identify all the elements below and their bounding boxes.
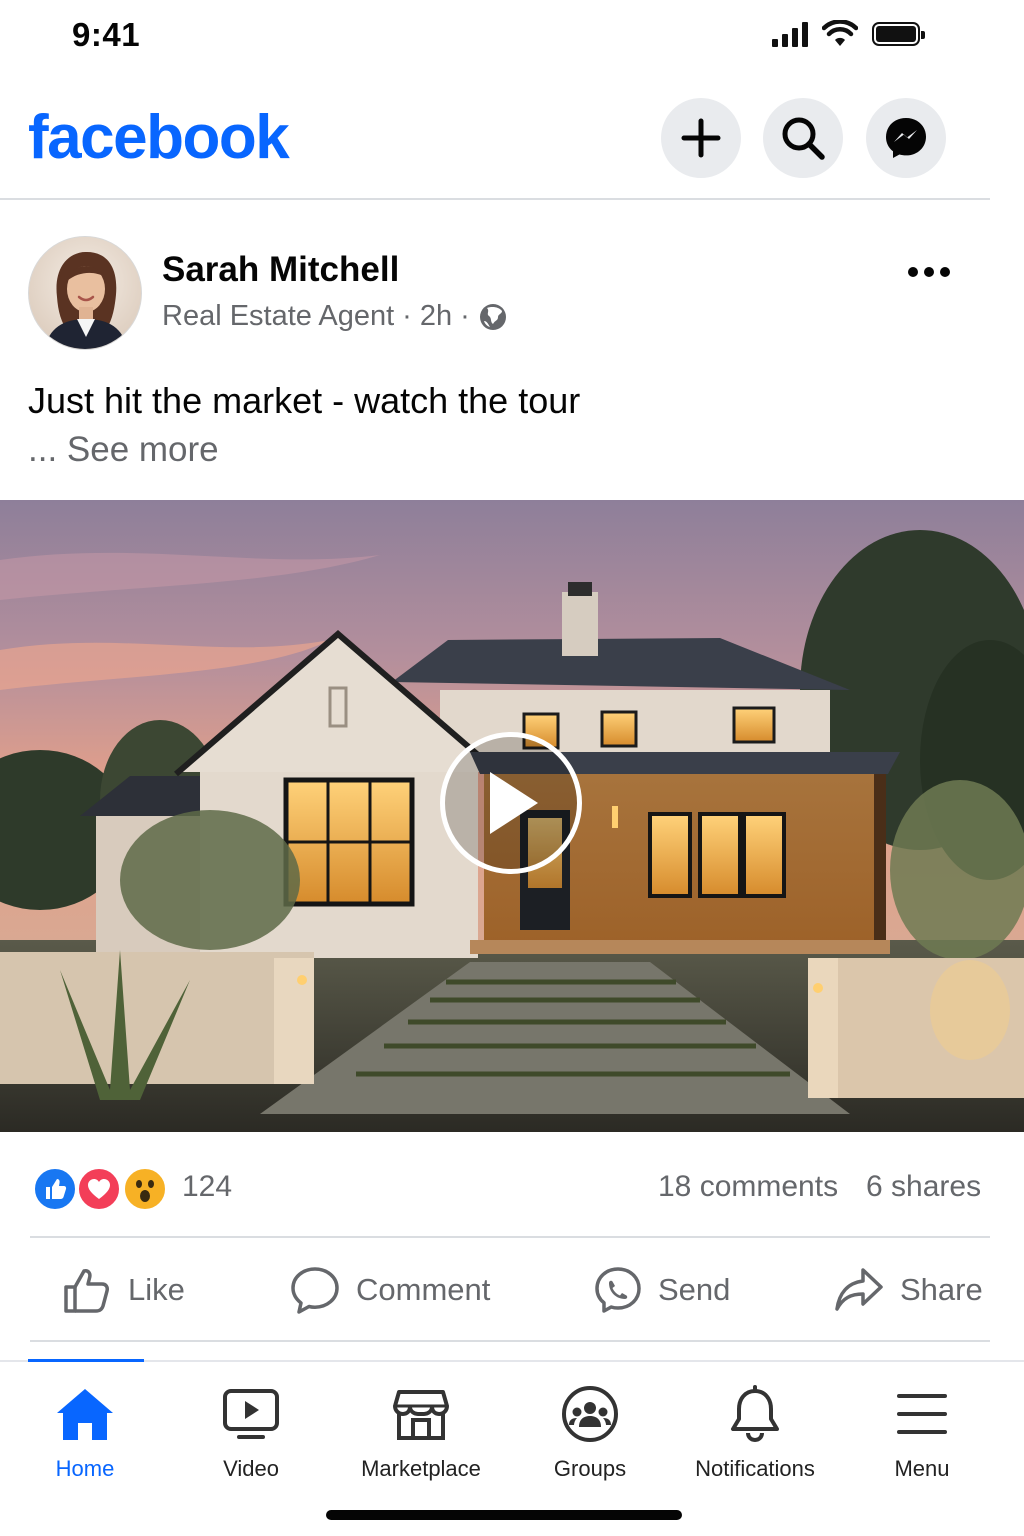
bell-icon — [731, 1385, 779, 1443]
bottom-nav: Home Video Marketplace Groups Notificati… — [0, 1362, 1024, 1492]
nav-marketplace[interactable]: Marketplace — [336, 1384, 506, 1482]
home-icon — [57, 1389, 113, 1440]
comments-count[interactable]: 18 comments — [658, 1170, 838, 1204]
nav-menu[interactable]: Menu — [837, 1384, 1007, 1482]
messenger-send-icon — [595, 1267, 641, 1313]
nav-home[interactable]: Home — [0, 1384, 170, 1482]
video-icon — [223, 1389, 279, 1439]
cellular-signal-icon — [772, 21, 808, 47]
author-subtitle: Real Estate Agent — [162, 300, 395, 332]
reaction-icons[interactable] — [32, 1166, 172, 1212]
globe-icon — [479, 303, 506, 330]
like-reaction-icon — [32, 1166, 78, 1212]
menu-icon — [897, 1394, 947, 1434]
status-time: 9:41 — [72, 16, 141, 53]
home-indicator — [326, 1510, 682, 1520]
post-actions: Like Comment Send Share — [0, 1262, 1024, 1322]
meta-separator: · — [402, 300, 412, 332]
comment-button[interactable]: Comment — [290, 1262, 490, 1318]
play-icon — [490, 772, 538, 834]
post-text: Just hit the market - watch the tour — [28, 380, 581, 421]
messenger-icon — [886, 118, 926, 158]
wifi-icon — [822, 20, 858, 46]
search-icon — [782, 117, 825, 160]
create-button[interactable] — [661, 98, 741, 178]
header-divider — [0, 198, 990, 200]
like-button[interactable]: Like — [62, 1262, 185, 1318]
post-time[interactable]: 2h — [420, 300, 452, 333]
play-button[interactable] — [440, 732, 582, 874]
messenger-button[interactable] — [866, 98, 946, 178]
meta-separator: · — [460, 300, 470, 332]
status-icons — [772, 20, 925, 48]
nav-video-label: Video — [223, 1456, 279, 1481]
shares-count[interactable]: 6 shares — [866, 1170, 981, 1204]
nav-notifications-label: Notifications — [695, 1456, 815, 1481]
plus-icon — [681, 118, 721, 158]
groups-icon — [562, 1386, 618, 1442]
actions-divider — [30, 1340, 990, 1342]
author-name[interactable]: Sarah Mitchell — [162, 250, 399, 290]
nav-video[interactable]: Video — [166, 1384, 336, 1482]
share-arrow-icon — [835, 1268, 883, 1311]
author-avatar[interactable] — [28, 236, 142, 350]
more-dots-icon — [908, 267, 918, 277]
search-button[interactable] — [763, 98, 843, 178]
see-more-link[interactable]: ... See more — [28, 430, 219, 470]
love-reaction-icon — [76, 1166, 122, 1212]
battery-icon — [872, 22, 925, 46]
facebook-logo[interactable]: facebook — [28, 102, 290, 173]
video-thumbnail[interactable] — [0, 500, 1024, 1132]
reaction-count[interactable]: 124 — [182, 1170, 232, 1204]
comment-label: Comment — [356, 1272, 491, 1307]
like-label: Like — [128, 1272, 185, 1307]
send-label: Send — [658, 1272, 731, 1307]
nav-home-label: Home — [55, 1456, 115, 1481]
post-header: Sarah Mitchell Real Estate Agent · 2h · — [0, 236, 1024, 356]
nav-groups-label: Groups — [553, 1456, 627, 1481]
nav-groups[interactable]: Groups — [505, 1384, 675, 1482]
status-bar: 9:41 — [0, 0, 1024, 72]
send-button[interactable]: Send — [594, 1262, 730, 1318]
comment-icon — [291, 1267, 339, 1314]
reactions-summary: 124 18 comments 6 shares — [0, 1162, 1024, 1218]
nav-marketplace-label: Marketplace — [361, 1456, 481, 1481]
thumbs-up-icon — [64, 1269, 109, 1313]
app-header: facebook — [0, 90, 1024, 200]
marketplace-icon — [393, 1390, 449, 1440]
nav-menu-label: Menu — [894, 1456, 950, 1481]
share-label: Share — [900, 1272, 983, 1307]
nav-notifications[interactable]: Notifications — [670, 1384, 840, 1482]
reactions-divider — [30, 1236, 990, 1238]
more-options-button[interactable] — [908, 262, 956, 282]
post-meta: Real Estate Agent · 2h · — [162, 300, 508, 333]
share-button[interactable]: Share — [834, 1262, 983, 1318]
wow-reaction-icon — [122, 1166, 168, 1212]
